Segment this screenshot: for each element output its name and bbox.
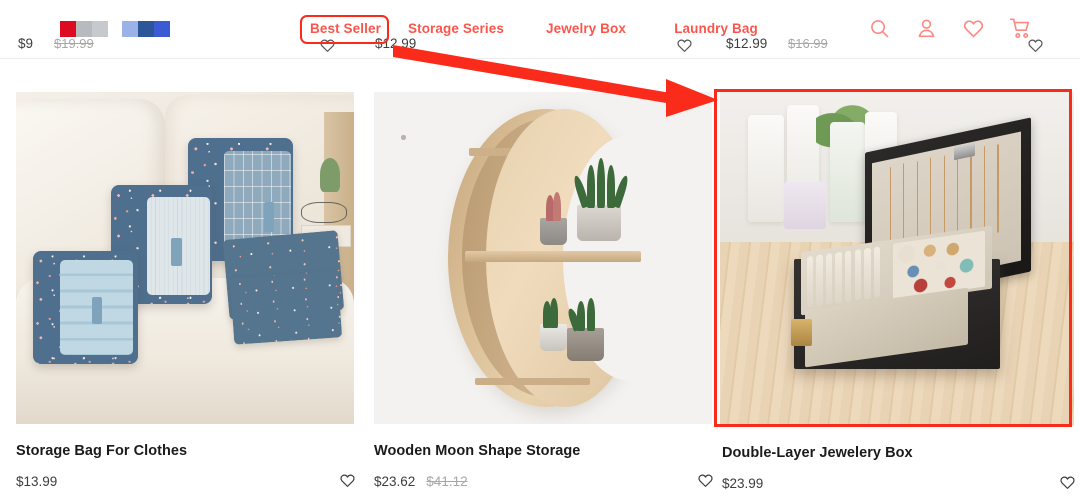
clipped-old-price-3: $16.99 <box>788 36 828 51</box>
swatch-grey-mid <box>76 21 92 37</box>
header-divider <box>0 58 1080 59</box>
cosmetic-bottle-1 <box>748 115 784 223</box>
clipped-wishlist-heart-icon-1[interactable] <box>319 37 336 54</box>
swatch-red <box>60 21 76 37</box>
product-price-row: $23.99 <box>722 473 1075 493</box>
product-card-moon-shelf[interactable]: Wooden Moon Shape Storage $23.62 $41.12 <box>374 92 714 491</box>
clipped-price-3: $12.99 <box>726 36 768 51</box>
clipped-old-price-1: $19.99 <box>54 36 94 51</box>
product-price-row: $23.62 $41.12 <box>374 471 714 491</box>
product-title: Wooden Moon Shape Storage <box>374 443 581 459</box>
cosmetic-jar <box>783 182 827 229</box>
storage-bags-illustration <box>16 92 354 424</box>
eyeglasses <box>301 201 348 224</box>
cosmetic-bottle-3 <box>829 122 866 223</box>
product-card-jewelery-box[interactable]: Double-Layer Jewelery Box $23.99 <box>720 92 1075 493</box>
product-price-row: $13.99 <box>16 471 356 491</box>
box-lock <box>790 319 813 346</box>
brand-logo[interactable] <box>60 21 170 37</box>
product-image-moon-shelf[interactable] <box>374 92 712 424</box>
swatch-grey-light <box>92 21 108 37</box>
clipped-previous-product-row: $9 $19.99 $12.99 $12.99 $16.99 <box>0 36 1080 58</box>
clipped-price-cell-3: $12.99 $16.99 <box>726 36 1066 58</box>
clipped-wishlist-heart-icon-3[interactable] <box>1027 37 1044 54</box>
swatch-blue-dark <box>138 21 154 37</box>
product-title: Double-Layer Jewelery Box <box>722 445 913 461</box>
product-card-storage-bag[interactable]: Storage Bag For Clothes $13.99 <box>16 92 356 491</box>
jewelery-box-illustration <box>720 92 1074 426</box>
product-price: $13.99 <box>16 473 58 489</box>
earring-compartment <box>893 230 985 300</box>
product-wishlist-heart-icon[interactable] <box>1059 474 1076 491</box>
clipped-price-cell-2: $12.99 <box>375 36 715 58</box>
product-old-price: $41.12 <box>426 473 468 489</box>
moon-shelf-board-middle <box>465 251 641 262</box>
swatch-blue-light <box>122 21 138 37</box>
small-plant <box>320 158 341 192</box>
product-price: $23.62 <box>374 473 416 489</box>
clipped-wishlist-heart-icon-2[interactable] <box>676 37 693 54</box>
clipped-price-1: $9 <box>18 36 34 51</box>
clipped-price-cell-1: $9 $19.99 <box>18 36 358 58</box>
product-image-storage-bag[interactable] <box>16 92 354 424</box>
wall-nail <box>401 135 406 140</box>
clipped-price-2: $12.99 <box>375 36 417 51</box>
logo-swatch-group-right <box>122 21 170 37</box>
product-title: Storage Bag For Clothes <box>16 443 188 459</box>
product-image-jewelery-box[interactable] <box>720 92 1074 426</box>
product-grid: Storage Bag For Clothes $13.99 Wooden Mo… <box>0 92 1080 502</box>
logo-swatch-group-left <box>60 21 108 37</box>
product-wishlist-heart-icon[interactable] <box>339 472 356 489</box>
moon-shelf-illustration <box>374 92 712 424</box>
product-price: $23.99 <box>722 475 764 491</box>
laundry-pouch-2 <box>230 270 343 345</box>
swatch-blue <box>154 21 170 37</box>
product-wishlist-heart-icon[interactable] <box>697 472 714 489</box>
storage-bag-small <box>32 251 138 365</box>
moon-shelf-board-bottom <box>475 377 591 386</box>
